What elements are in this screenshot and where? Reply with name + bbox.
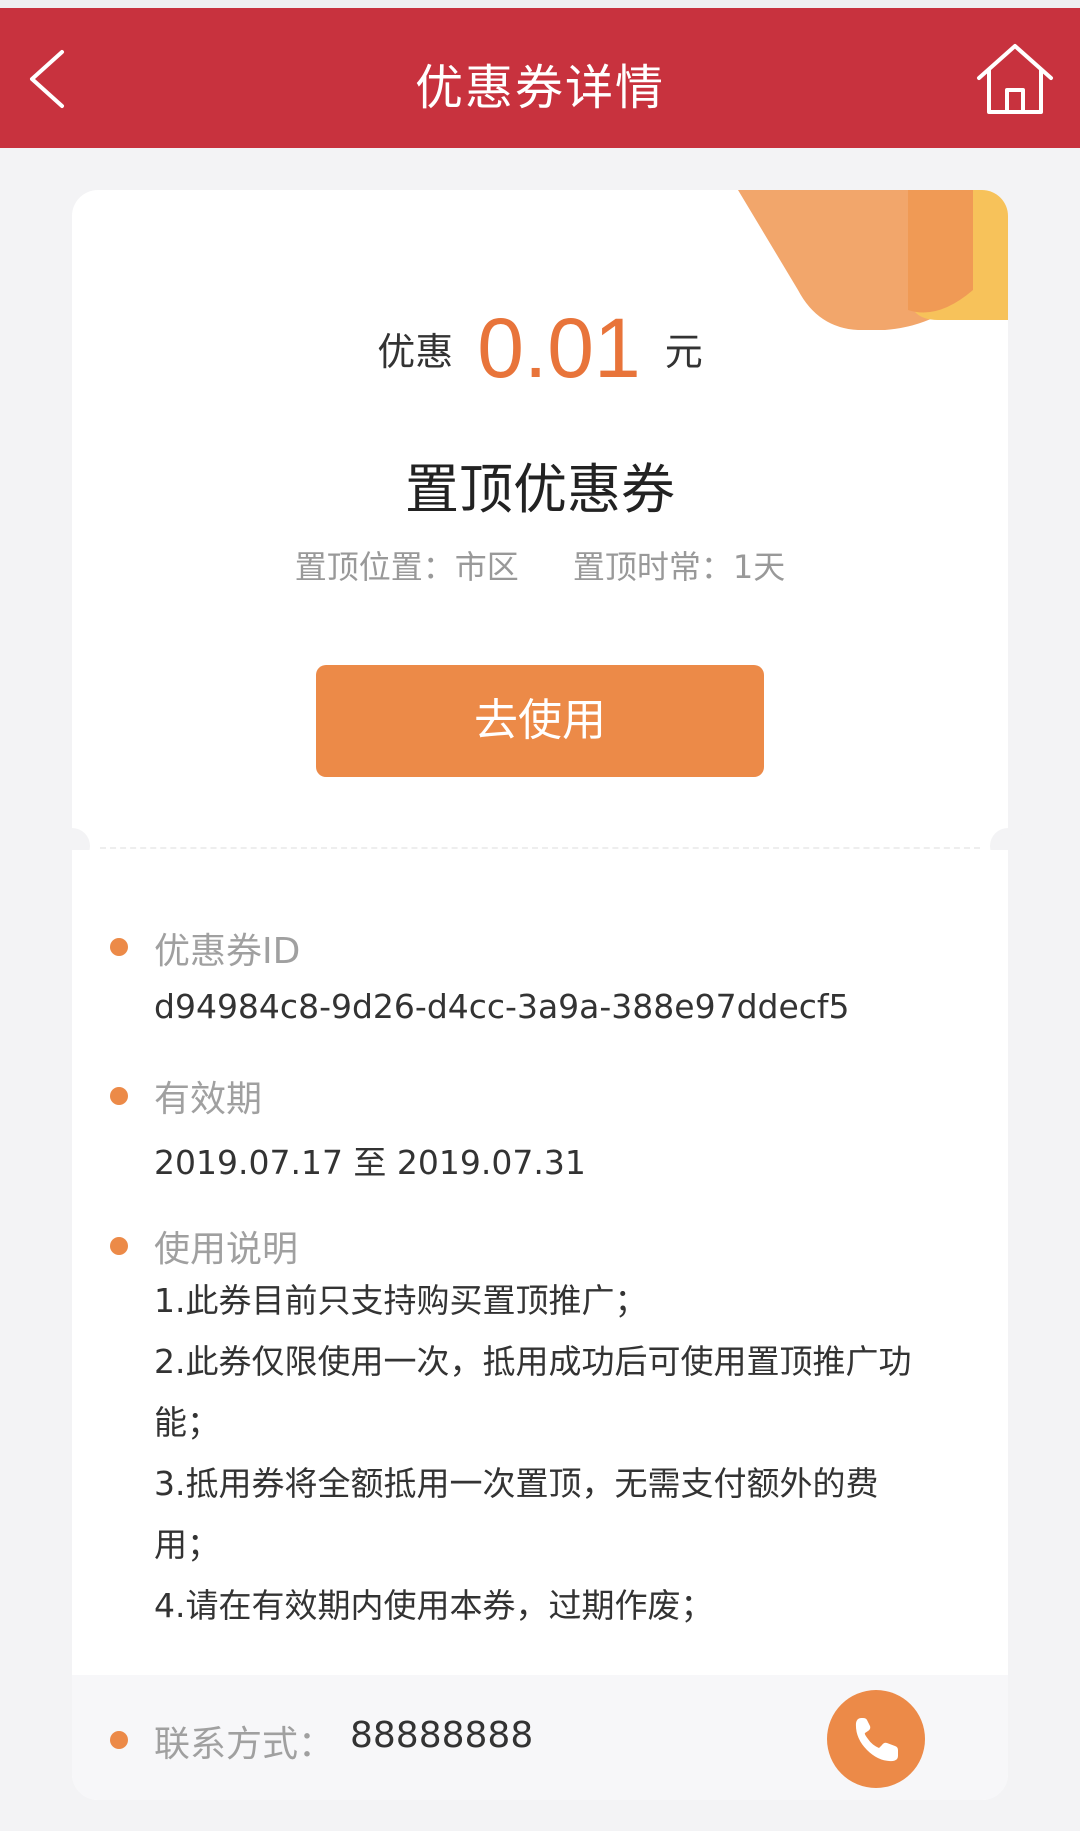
coupon-card-details: 优惠券ID d94984c8-9d26-d4cc-3a9a-388e97ddec… <box>72 850 1008 1800</box>
phone-icon <box>855 1718 898 1762</box>
top-position: 置顶位置：市区 <box>294 548 519 586</box>
discount-amount: 优惠 0.01 元 <box>72 300 1008 397</box>
top-duration: 置顶时常：1天 <box>572 548 786 586</box>
status-strip <box>0 0 1080 8</box>
validity-value: 2019.07.17 至 2019.07.31 <box>154 1143 586 1182</box>
home-icon <box>977 44 1053 114</box>
usage-list: 1.此券目前只支持购买置顶推广； 2.此券仅限使用一次，抵用成功后可使用置顶推广… <box>154 1270 954 1636</box>
usage-line: 1.此券目前只支持购买置顶推广； <box>154 1281 648 1320</box>
usage-line: 4.请在有效期内使用本券，过期作废； <box>154 1586 714 1625</box>
home-button[interactable] <box>975 40 1055 118</box>
usage-line: 3.抵用券将全额抵用一次置顶，无需支付额外的费用； <box>154 1464 879 1564</box>
contact-label: 联系方式： <box>154 1724 335 1765</box>
bullet-dot <box>110 1087 128 1105</box>
amount-unit: 元 <box>664 330 703 374</box>
page-title: 优惠券详情 <box>414 60 665 116</box>
bullet-dot <box>110 1731 128 1749</box>
validity-label: 有效期 <box>154 1079 263 1120</box>
usage-label: 使用说明 <box>154 1229 299 1270</box>
coupon-id-value: d94984c8-9d26-d4cc-3a9a-388e97ddecf5 <box>154 987 850 1026</box>
perforation-divider <box>100 847 980 849</box>
bullet-dot <box>110 938 128 956</box>
coupon-card-top: 优惠 0.01 元 置顶优惠券 置顶位置：市区 置顶时常：1天 去使用 <box>72 190 1008 850</box>
coupon-id-label: 优惠券ID <box>154 931 301 972</box>
usage-line: 2.此券仅限使用一次，抵用成功后可使用置顶推广功能； <box>154 1342 912 1442</box>
use-button[interactable]: 去使用 <box>316 665 764 777</box>
coupon-meta: 置顶位置：市区 置顶时常：1天 <box>72 542 1008 588</box>
bullet-dot <box>110 1237 128 1255</box>
contact-phone: 88888888 <box>350 1715 534 1756</box>
amount-value: 0.01 <box>477 301 641 395</box>
app-header: 优惠券详情 <box>0 8 1080 148</box>
call-button[interactable] <box>827 1690 925 1788</box>
amount-prefix: 优惠 <box>377 330 454 374</box>
coupon-name: 置顶优惠券 <box>405 458 675 521</box>
